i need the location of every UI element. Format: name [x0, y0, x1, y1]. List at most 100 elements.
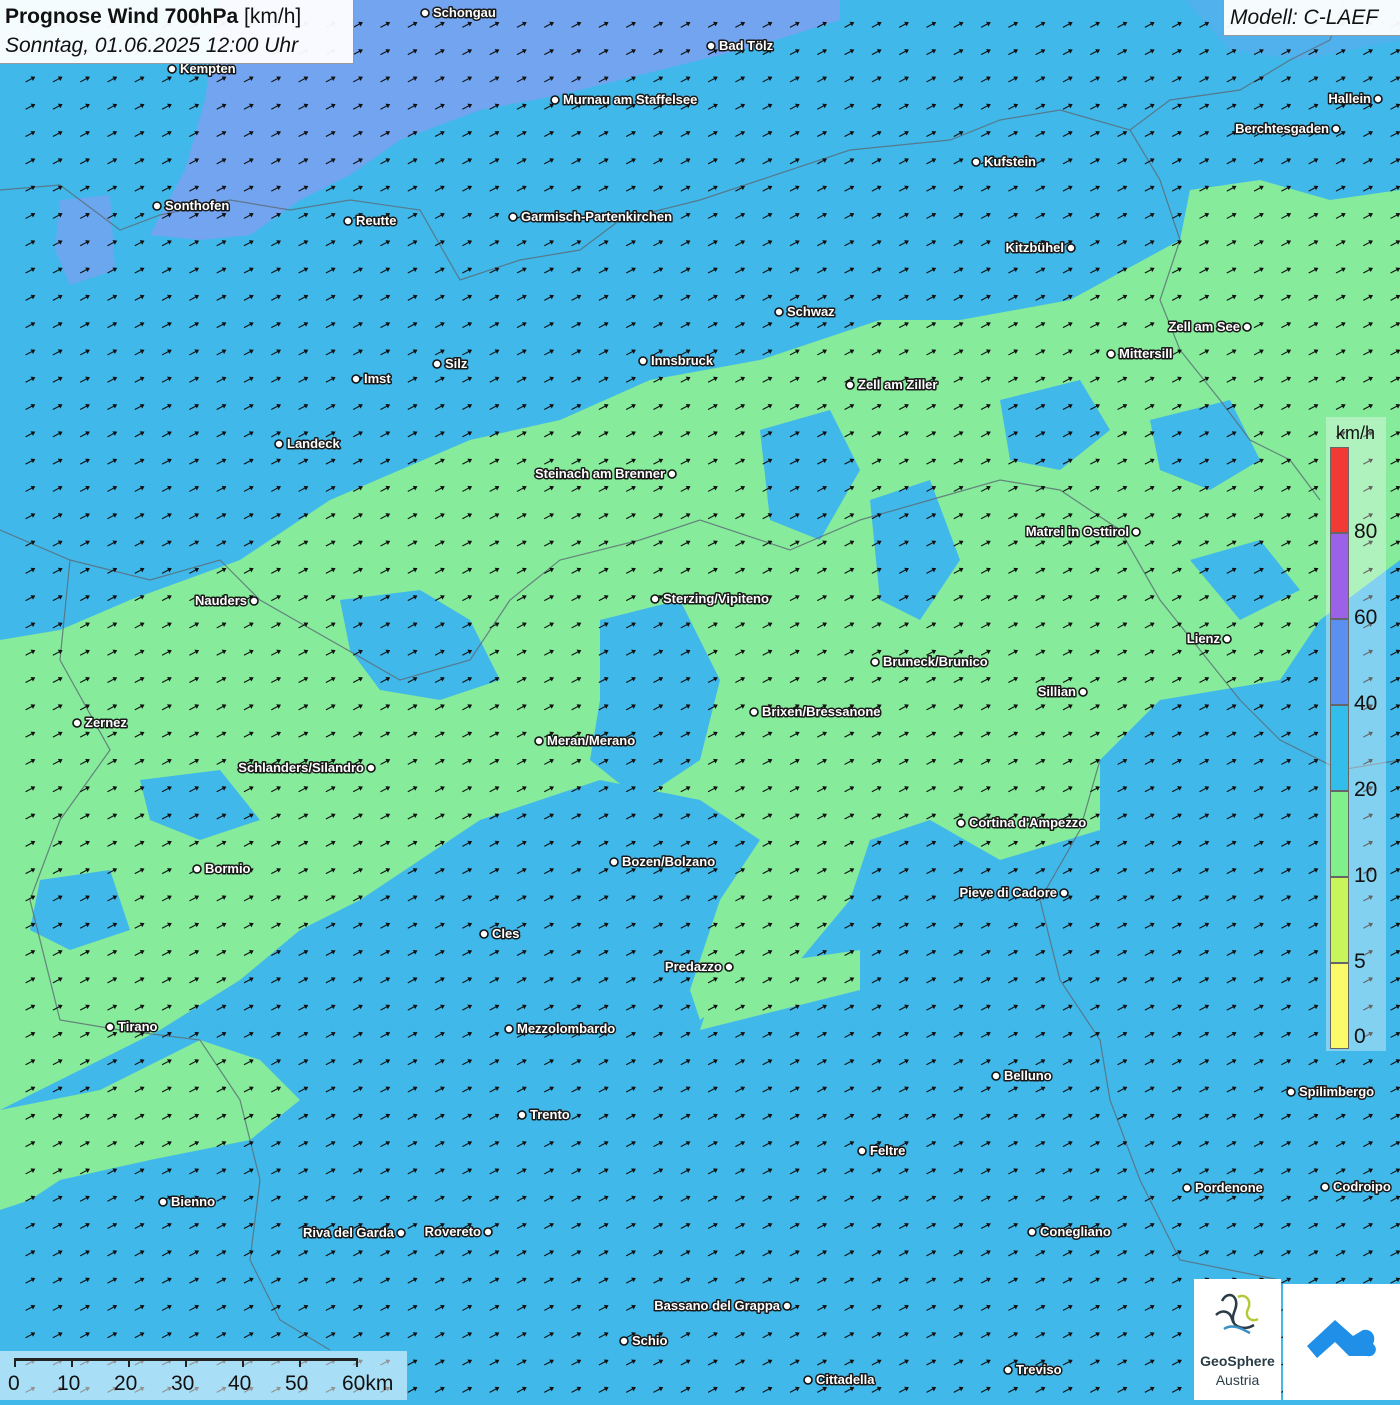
city-dot	[774, 307, 784, 317]
geosphere-country: Austria	[1215, 1372, 1260, 1388]
wind-map: SchongauBad TölzKemptenMurnau am Staffel…	[0, 0, 1400, 1400]
city-dot	[1182, 1183, 1192, 1193]
city-label: Hallein	[1328, 91, 1371, 106]
city-dot	[857, 1146, 867, 1156]
scale-tick	[71, 1358, 73, 1367]
city-label: Steinach am Brenner	[535, 466, 665, 481]
city-label: Pieve di Cadore	[959, 885, 1057, 900]
city-marker: Meran/Merano	[534, 732, 637, 750]
legend-swatch	[1330, 533, 1349, 619]
city-dot	[105, 1022, 115, 1032]
legend-swatch	[1330, 705, 1349, 791]
city-label: Schio	[632, 1333, 667, 1348]
city-label: Matrei in Osttirol	[1026, 524, 1129, 539]
city-dot	[667, 469, 677, 479]
city-marker: Spilimbergo	[1286, 1083, 1376, 1101]
geosphere-emblem-icon	[1215, 1293, 1259, 1335]
scale-label: 40	[228, 1372, 252, 1395]
city-marker: Mezzolombardo	[504, 1020, 617, 1038]
city-dot	[991, 1071, 1001, 1081]
city-label: Zernez	[85, 715, 127, 730]
city-label: Predazzo	[665, 959, 722, 974]
geosphere-logo: GeoSphere Austria	[1194, 1279, 1281, 1400]
city-dot	[706, 41, 716, 51]
map-title-box: Prognose Wind 700hPa [km/h] Sonntag, 01.…	[0, 0, 354, 64]
scale-label: 30	[171, 1372, 195, 1395]
city-dot	[550, 95, 560, 105]
city-dot	[508, 212, 518, 222]
scale-tick	[14, 1358, 16, 1367]
legend-unit: km/h	[1336, 423, 1376, 443]
city-label: Riva del Garda	[303, 1225, 395, 1240]
city-label: Spilimbergo	[1299, 1084, 1374, 1099]
city-label: Zell am Ziller	[858, 377, 937, 392]
city-marker: Brixen/Bressanone	[749, 703, 882, 721]
city-label: Feltre	[870, 1143, 905, 1158]
city-dot	[396, 1228, 406, 1238]
scale-tick	[128, 1358, 130, 1367]
city-marker: Bozen/Bolzano	[609, 853, 717, 871]
city-marker: Cortina d'Ampezzo	[956, 814, 1088, 832]
city-dot	[845, 380, 855, 390]
city-dot	[366, 763, 376, 773]
city-label: Schwaz	[787, 304, 835, 319]
city-dot	[609, 857, 619, 867]
scale-label: 20	[114, 1372, 138, 1395]
scale-bar: 0 10 20 30 40 50 60km	[0, 1351, 407, 1400]
city-marker: Murnau am Staffelsee	[550, 91, 699, 109]
city-dot	[192, 864, 202, 874]
city-marker: Bassano del Grappa	[653, 1297, 792, 1315]
city-dot	[638, 356, 648, 366]
city-label: Kitzbühel	[1006, 240, 1065, 255]
city-marker: Innsbruck	[638, 352, 715, 370]
legend-swatch	[1330, 963, 1349, 1049]
city-marker: Sterzing/Vipiteno	[650, 590, 770, 608]
legend-swatch	[1330, 877, 1349, 963]
city-label: Garmisch-Partenkirchen	[521, 209, 672, 224]
city-dot	[504, 1024, 514, 1034]
city-marker: Berchtesgaden	[1234, 120, 1341, 138]
map-title: Prognose Wind 700hPa [km/h]	[5, 5, 302, 28]
city-label: Cittadella	[816, 1372, 875, 1387]
city-dot	[650, 594, 660, 604]
city-dot	[749, 707, 759, 717]
city-label: Bad Tölz	[719, 38, 774, 53]
legend-label: 40	[1354, 692, 1378, 715]
city-dot	[351, 374, 361, 384]
city-label: Sterzing/Vipiteno	[663, 591, 769, 606]
scale-tick	[299, 1358, 301, 1367]
city-dot	[782, 1301, 792, 1311]
city-dot	[1286, 1087, 1296, 1097]
city-label: Mezzolombardo	[517, 1021, 615, 1036]
city-label: Silz	[445, 356, 468, 371]
scale-label: 10	[57, 1372, 81, 1395]
city-label: Kufstein	[984, 154, 1036, 169]
city-dot	[534, 736, 544, 746]
app-logo	[1283, 1284, 1400, 1400]
city-dot	[167, 64, 177, 74]
scale-tick	[185, 1358, 187, 1367]
city-marker: Zell am Ziller	[845, 376, 939, 394]
city-dot	[1131, 527, 1141, 537]
city-label: Tirano	[118, 1019, 158, 1034]
city-dot	[724, 962, 734, 972]
legend-swatch	[1330, 791, 1349, 877]
city-label: Bassano del Grappa	[654, 1298, 780, 1313]
legend-label: 10	[1354, 864, 1378, 887]
city-label: Sillian	[1038, 684, 1076, 699]
city-dot	[803, 1375, 813, 1385]
city-label: Cortina d'Ampezzo	[969, 815, 1086, 830]
city-label: Codroipo	[1333, 1179, 1391, 1194]
city-label: Cles	[492, 926, 519, 941]
city-dot	[432, 359, 442, 369]
city-label: Schlanders/Silandro	[238, 760, 364, 775]
city-dot	[249, 596, 259, 606]
city-label: Landeck	[287, 436, 341, 451]
legend-swatch	[1330, 447, 1349, 533]
city-marker: Conegliano	[1027, 1223, 1112, 1241]
city-dot	[72, 718, 82, 728]
city-dot	[1003, 1365, 1013, 1375]
city-label: Conegliano	[1040, 1224, 1111, 1239]
city-dot	[619, 1336, 629, 1346]
city-marker: Zell am See	[1167, 318, 1252, 336]
